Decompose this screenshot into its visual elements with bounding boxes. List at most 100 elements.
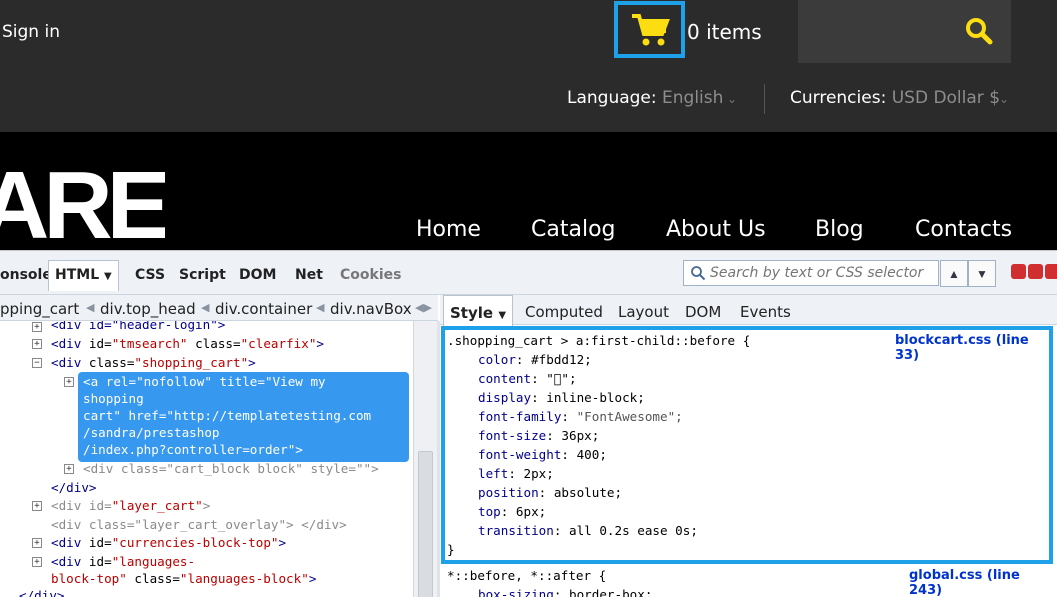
css-property[interactable]: color: #fbdd12; [478,350,592,369]
breadcrumb-item[interactable]: pping_cart [0,300,79,318]
css-property[interactable]: font-family: "FontAwesome"; [478,407,683,426]
css-prop-value: absolute; [553,485,623,500]
cart-icon-highlight[interactable] [614,1,685,58]
css-property[interactable]: left: 2px; [478,464,554,483]
tab-dom[interactable]: DOM [239,267,276,283]
expand-icon[interactable]: + [32,322,42,332]
shopping-cart-icon[interactable] [630,12,670,48]
minimize-icon[interactable] [1011,264,1026,279]
chevron-down-icon[interactable]: ⌄ [999,92,1009,106]
language-value[interactable]: English [657,88,723,108]
css-property[interactable]: box-sizing: border-box; [478,585,652,597]
collapse-icon[interactable]: − [32,358,42,368]
search-icon [691,266,706,281]
tag-end: > [316,336,325,351]
site-logo[interactable]: ARE [0,158,165,250]
currency-value[interactable]: USD Dollar $ [886,88,1000,108]
breadcrumb-item[interactable]: div.top_head [100,300,196,318]
tab-cookies[interactable]: Cookies [340,267,401,283]
language-selector[interactable]: Language: English [567,88,723,108]
tab-console[interactable]: onsole [0,267,52,283]
search-prev-button[interactable]: ▲ [940,260,968,287]
expand-icon[interactable]: + [32,339,42,349]
nav-about-us[interactable]: About Us [666,217,766,242]
firebug-toolbar: onsole HTML ▼ CSS Script DOM Net Cookies… [0,251,1057,295]
tab-css[interactable]: CSS [135,267,165,283]
css-property[interactable]: content: ""; [478,369,577,388]
detach-icon[interactable] [1028,264,1043,279]
css-property[interactable]: top: 6px; [478,502,546,521]
css-selector[interactable]: .shopping_cart > a:first-child::before { [447,331,750,350]
breadcrumb-item[interactable]: div.container [215,300,312,318]
tab-dom-side[interactable]: DOM [685,303,721,321]
search-icon[interactable] [965,17,993,45]
tab-style[interactable]: Style ▼ [443,295,514,326]
nav-catalog[interactable]: Catalog [531,217,616,242]
tag-end: > [202,498,211,513]
html-node[interactable]: <div id="currencies-block-top"> [51,533,286,552]
css-prop-value: inline-block; [546,390,645,405]
html-node[interactable]: <div id="layer_cart"> [51,496,210,515]
tag-name: <div [51,498,82,513]
firebug-search-box[interactable] [683,260,939,286]
expand-icon[interactable]: + [32,557,42,567]
css-property[interactable]: font-weight: 400; [478,445,607,464]
css-prop-name: display [478,390,532,405]
html-node[interactable]: <div class="shopping_cart"> [51,353,256,372]
css-source-link[interactable]: global.css (line 243) [909,568,1057,597]
sign-in-link[interactable]: Sign in [2,22,60,42]
html-node[interactable]: <div class="cart_block block" style=""> [83,459,379,478]
html-node[interactable]: </div> [51,478,97,497]
css-property[interactable]: font-size: 36px; [478,426,599,445]
css-property[interactable]: display: inline-block; [478,388,645,407]
expand-icon[interactable]: + [64,377,74,387]
chevron-down-icon[interactable]: ⌄ [727,92,737,106]
css-property[interactable]: position: absolute; [478,483,622,502]
tag-end: > [248,355,256,370]
nav-contacts[interactable]: Contacts [915,217,1012,242]
currency-selector[interactable]: Currencies: USD Dollar $ [790,88,1000,108]
html-node[interactable]: <div id="tmsearch" class="clearfix"> [51,334,324,353]
css-source-link[interactable]: blockcart.css (line 33) [895,333,1057,363]
tab-html[interactable]: HTML ▼ [48,260,119,291]
expand-icon[interactable]: + [64,464,74,474]
css-rule-close: } [447,542,455,557]
breadcrumb-scroll-icon[interactable]: ◀▶ [415,301,432,314]
dropdown-arrow-icon[interactable]: ▼ [104,271,112,282]
attr-name: class= [126,571,180,586]
html-node[interactable]: <div id="header-login"> [51,321,225,334]
css-prop-name: font-family [478,409,562,424]
close-icon[interactable] [1045,264,1057,279]
cart-items-count[interactable]: 0 items [687,20,762,44]
tab-net[interactable]: Net [295,267,323,283]
breadcrumb-separator-icon: ◀ [201,301,210,314]
css-prop-name: font-size [478,428,547,443]
scrollbar-thumb[interactable] [418,451,433,597]
css-prop-value: all 0.2s ease 0s; [569,523,698,538]
css-property[interactable]: transition: all 0.2s ease 0s; [478,521,698,540]
tab-script[interactable]: Script [179,267,226,283]
html-node-cont: block-top" class="languages-block"> [51,569,316,588]
nav-home[interactable]: Home [416,217,481,242]
nav-blog[interactable]: Blog [815,217,864,242]
expand-icon[interactable]: + [32,501,42,511]
css-prop-name: top [478,504,501,519]
breadcrumb-item[interactable]: div.navBox [330,300,412,318]
selected-node-text: cart" href="http://templatetesting.com [83,408,372,423]
css-prop-value: border-box; [569,587,653,597]
tab-computed[interactable]: Computed [525,303,603,321]
html-pane-scrollbar[interactable] [413,321,437,597]
html-node[interactable]: </div> [19,586,65,597]
attr-value: "clearfix" [240,336,317,351]
firebug-search-input[interactable] [710,264,935,282]
html-tree-pane: + <div id="header-login"> + <div id="tms… [0,321,412,597]
tab-events[interactable]: Events [740,303,791,321]
tab-layout[interactable]: Layout [618,303,669,321]
dropdown-arrow-icon[interactable]: ▼ [498,310,506,321]
html-node[interactable]: <div class="layer_cart_overlay"> </div> [51,515,347,534]
expand-icon[interactable]: + [32,538,42,548]
site-search-box[interactable] [798,0,1011,63]
css-prop-value: 6px; [515,504,547,519]
search-next-button[interactable]: ▼ [968,260,996,287]
css-selector[interactable]: *::before, *::after { [447,566,606,585]
